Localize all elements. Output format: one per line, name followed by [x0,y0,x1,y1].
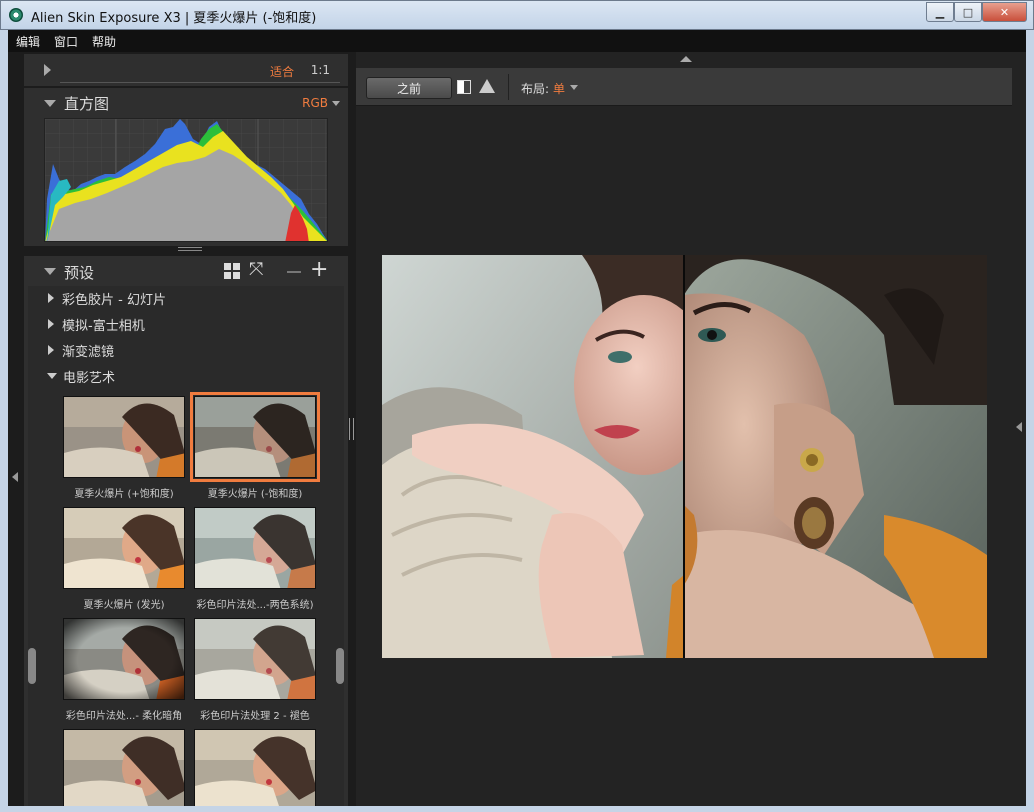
histogram-title: 直方图 [64,95,110,113]
preset-thumbnail[interactable]: 彩色印片法处...- 柔化暗角 [60,618,188,722]
split-view-icon[interactable] [457,80,471,94]
collapse-left-arrow-icon[interactable] [12,472,18,482]
preset-label: 彩色印片法处...-两色系统) [196,600,314,611]
minimize-button[interactable]: ▁ [926,2,954,22]
navigator-panel: 适合 1:1 [24,54,348,86]
preset-category[interactable]: 模拟-富士相机 [28,312,145,336]
sidebar-resize-grip[interactable] [349,418,354,440]
preset-preview-image[interactable] [194,618,316,700]
expand-arrow-icon [48,345,54,355]
photo-after-half [684,255,987,658]
collapse-top-arrow-icon[interactable] [680,56,692,62]
histogram-mode-select[interactable]: RGB [302,96,328,110]
left-sidebar: 适合 1:1 直方图 RGB 预设 ⤧ + 彩色胶片 - 幻灯片 模拟-富士相机… [8,52,356,806]
histogram-collapse-arrow-icon[interactable] [44,100,56,107]
zoom-fit-button[interactable]: 适合 [270,63,294,80]
preset-category-label: 模拟-富士相机 [62,318,145,334]
photo-preview[interactable] [382,255,987,658]
zoom-100-button[interactable]: 1:1 [311,63,330,77]
maximize-button[interactable]: □ [954,2,982,22]
preset-category-label: 彩色胶片 - 幻灯片 [62,292,166,308]
preset-thumbnail-selected[interactable]: 夏季火爆片 (-饱和度) [190,392,320,500]
preset-category[interactable]: 渐变滤镜 [28,338,114,362]
window-frame-right [1026,30,1034,812]
preset-label: 夏季火爆片 (-饱和度) [207,489,303,500]
photo-before-half [382,255,684,658]
remove-preset-icon[interactable] [287,271,301,273]
menu-edit[interactable]: 编辑 [16,33,40,50]
collapse-arrow-icon [47,373,57,379]
left-scroll-handle[interactable] [28,648,36,684]
preset-preview-image[interactable] [63,396,185,478]
expand-arrow-icon [48,293,54,303]
main-view: 之前 布局: 单 [356,52,1026,806]
collapse-right-arrow-icon[interactable] [1016,422,1022,432]
panel-resize-handle[interactable] [178,247,202,251]
window-controls: ▁ □ ✕ [926,2,1027,22]
menu-help[interactable]: 帮助 [92,33,116,50]
preset-label: 彩色印片法处...- 柔化暗角 [65,711,183,722]
preset-category[interactable]: 电影艺术 [28,364,115,388]
histogram-graph [44,118,328,242]
preset-preview-image[interactable] [194,507,316,589]
preset-thumbnail[interactable] [60,729,188,806]
preset-thumbnail[interactable]: 夏季火爆片 (发光) [60,507,188,611]
preset-preview-image[interactable] [190,392,320,482]
preset-preview-image[interactable] [63,618,185,700]
menu-bar: 编辑 窗口 帮助 [8,30,1026,52]
presets-title: 预设 [64,264,95,282]
toolbar-separator [508,74,509,100]
collapse-all-icon[interactable]: ⤧ [249,261,263,279]
preset-thumbnail[interactable]: 夏季火爆片 (+饱和度) [60,396,188,500]
menu-window[interactable]: 窗口 [54,33,78,50]
window-title: Alien Skin Exposure X3 | 夏季火爆片 (-饱和度) [31,11,317,26]
preset-category-label: 渐变滤镜 [62,344,115,360]
histogram-svg [45,119,327,241]
preset-preview-image[interactable] [63,729,185,806]
presets-collapse-arrow-icon[interactable] [44,268,56,275]
title-bar: Alien Skin Exposure X3 | 夏季火爆片 (-饱和度) ▁ … [0,0,1034,30]
before-after-split-line[interactable] [683,255,685,658]
navigator-divider [60,82,340,83]
presets-panel: 预设 ⤧ + 彩色胶片 - 幻灯片 模拟-富士相机 渐变滤镜 电影艺术 夏季火爆… [24,256,348,806]
preset-label: 彩色印片法处理 2 - 褪色 [200,711,310,722]
layout-label: 布局: [521,82,550,96]
preset-preview-image[interactable] [194,729,316,806]
preset-preview-image[interactable] [63,507,185,589]
preset-label: 夏季火爆片 (发光) [83,600,165,611]
preset-thumbnail[interactable]: 彩色印片法处...-两色系统) [191,507,319,611]
preset-scrollbar[interactable] [336,648,344,684]
window-frame-bottom [0,806,1034,812]
chevron-down-icon[interactable] [570,85,578,90]
chevron-down-icon[interactable] [332,101,340,106]
app-icon [9,8,23,22]
add-preset-icon[interactable]: + [310,259,328,281]
view-toolbar: 之前 布局: 单 [356,68,1012,106]
navigator-expand-arrow-icon[interactable] [44,64,51,76]
close-button[interactable]: ✕ [982,2,1027,22]
window-frame-left [0,30,8,812]
preset-category-label: 电影艺术 [63,370,116,386]
preset-list: 彩色胶片 - 幻灯片 模拟-富士相机 渐变滤镜 电影艺术 夏季火爆片 (+饱和度… [28,286,344,806]
preset-label: 夏季火爆片 (+饱和度) [74,489,174,500]
preset-thumbnail[interactable]: 彩色印片法处理 2 - 褪色 [191,618,319,722]
expand-arrow-icon [48,319,54,329]
preset-category[interactable]: 彩色胶片 - 幻灯片 [28,286,166,310]
compare-mode-icon[interactable] [479,79,495,93]
preset-thumbnail[interactable] [191,729,319,806]
histogram-panel: 直方图 RGB 重置 [24,88,348,277]
layout-select[interactable]: 单 [553,80,565,97]
before-button[interactable]: 之前 [366,77,452,99]
grid-view-icon[interactable] [224,263,240,279]
